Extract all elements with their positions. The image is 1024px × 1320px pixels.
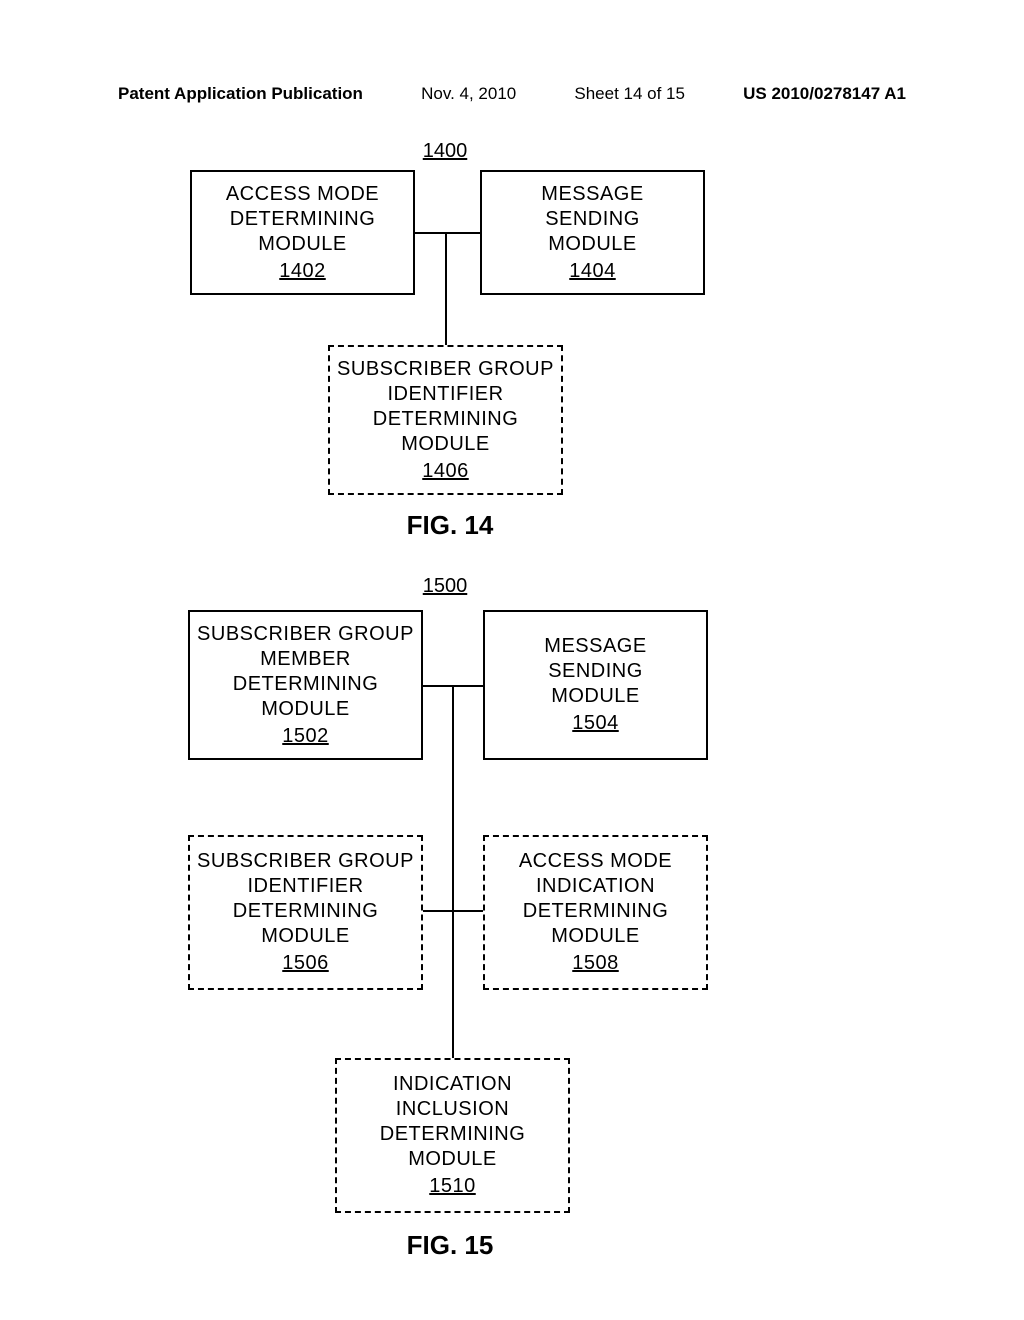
box-line: SENDING: [545, 207, 640, 232]
figure-label-14: FIG. 14: [395, 510, 505, 541]
subscriber-group-member-determining-module-1502: SUBSCRIBER GROUP MEMBER DETERMINING MODU…: [188, 610, 423, 760]
fig15-ref: 1500: [415, 575, 475, 598]
box-line: DETERMINING: [373, 407, 519, 432]
box-line: DETERMINING: [380, 1122, 526, 1147]
box-line: SUBSCRIBER GROUP: [337, 357, 554, 382]
publication-number: US 2010/0278147 A1: [743, 84, 906, 104]
indication-inclusion-determining-module-1510: INDICATION INCLUSION DETERMINING MODULE …: [335, 1058, 570, 1213]
box-line: DETERMINING: [233, 899, 379, 924]
message-sending-module-1504: MESSAGE SENDING MODULE 1504: [483, 610, 708, 760]
box-line: IDENTIFIER: [387, 382, 503, 407]
box-line: DETERMINING: [233, 672, 379, 697]
subscriber-group-identifier-determining-module-1406: SUBSCRIBER GROUP IDENTIFIER DETERMINING …: [328, 345, 563, 495]
box-line: ACCESS MODE: [519, 849, 672, 874]
fig14-ref: 1400: [415, 140, 475, 163]
box-line: INDICATION: [536, 874, 655, 899]
box-ref-num: 1404: [569, 259, 616, 284]
publication-label: Patent Application Publication: [118, 84, 363, 104]
box-ref-num: 1502: [282, 724, 329, 749]
box-ref-num: 1504: [572, 711, 619, 736]
box-line: SUBSCRIBER GROUP: [197, 849, 414, 874]
box-line: MESSAGE: [544, 634, 646, 659]
box-ref-num: 1406: [422, 459, 469, 484]
box-ref-num: 1506: [282, 951, 329, 976]
box-line: IDENTIFIER: [247, 874, 363, 899]
box-line: DETERMINING: [523, 899, 669, 924]
box-ref-num: 1510: [429, 1174, 476, 1199]
box-line: INDICATION: [393, 1072, 512, 1097]
box-line: MODULE: [551, 684, 640, 709]
page-header: Patent Application Publication Nov. 4, 2…: [0, 84, 1024, 104]
box-line: MODULE: [261, 697, 350, 722]
box-line: SUBSCRIBER GROUP: [197, 622, 414, 647]
box-line: MODULE: [551, 924, 640, 949]
box-line: MODULE: [408, 1147, 497, 1172]
box-line: MODULE: [258, 232, 347, 257]
box-line: SENDING: [548, 659, 643, 684]
box-line: INCLUSION: [396, 1097, 509, 1122]
box-line: MODULE: [261, 924, 350, 949]
box-ref-num: 1402: [279, 259, 326, 284]
access-mode-indication-determining-module-1508: ACCESS MODE INDICATION DETERMINING MODUL…: [483, 835, 708, 990]
connector: [415, 232, 480, 234]
box-line: MODULE: [401, 432, 490, 457]
publication-date: Nov. 4, 2010: [421, 84, 516, 104]
connector: [452, 910, 454, 1060]
sheet-number: Sheet 14 of 15: [574, 84, 685, 104]
box-line: MESSAGE: [541, 182, 643, 207]
message-sending-module-1404: MESSAGE SENDING MODULE 1404: [480, 170, 705, 295]
box-line: MODULE: [548, 232, 637, 257]
connector: [445, 232, 447, 347]
access-mode-determining-module-1402: ACCESS MODE DETERMINING MODULE 1402: [190, 170, 415, 295]
box-ref-num: 1508: [572, 951, 619, 976]
box-line: ACCESS MODE: [226, 182, 379, 207]
connector: [452, 685, 454, 910]
figure-label-15: FIG. 15: [395, 1230, 505, 1261]
box-line: DETERMINING: [230, 207, 376, 232]
box-line: MEMBER: [260, 647, 351, 672]
subscriber-group-identifier-determining-module-1506: SUBSCRIBER GROUP IDENTIFIER DETERMINING …: [188, 835, 423, 990]
